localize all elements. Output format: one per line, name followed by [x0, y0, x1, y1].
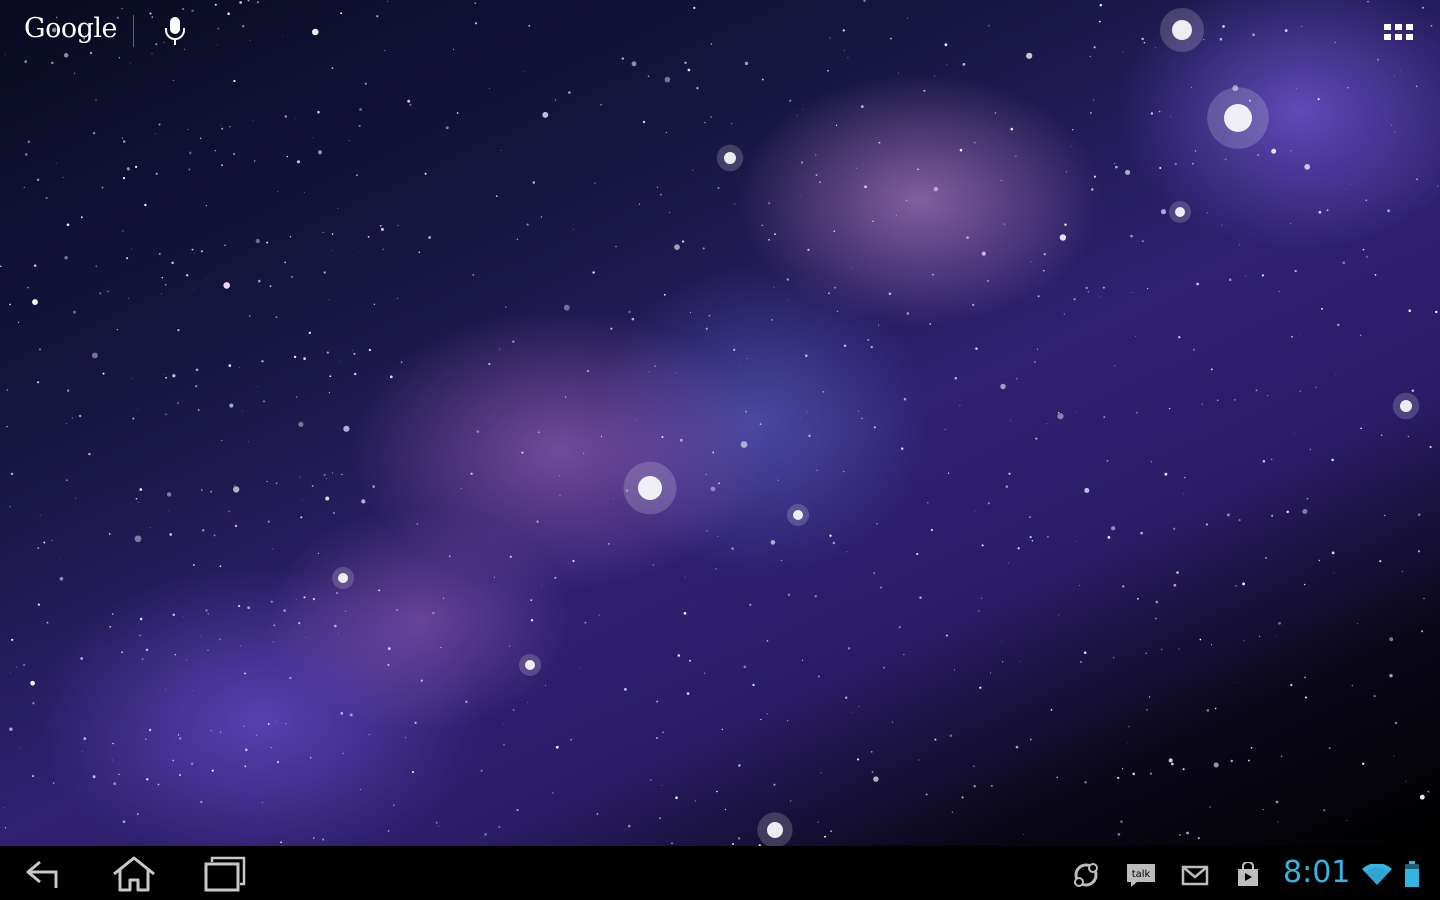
wifi-icon — [1361, 863, 1393, 886]
search-divider — [133, 15, 134, 47]
talk-label: talk — [1132, 869, 1151, 880]
gmail-icon[interactable] — [1180, 862, 1210, 888]
microphone-icon[interactable] — [160, 14, 190, 48]
back-arrow-icon[interactable] — [20, 852, 68, 894]
system-bar: talk — [0, 846, 1440, 900]
star-field — [0, 0, 1439, 846]
status-clock[interactable]: 8:01 — [1283, 855, 1350, 891]
all-apps-grid-icon[interactable] — [1380, 18, 1416, 46]
home-screen: Google talk 8:01 — [0, 0, 1440, 900]
recent-apps-icon[interactable] — [198, 852, 250, 894]
battery-icon — [1405, 861, 1419, 887]
google-search-logo[interactable]: Google — [24, 13, 117, 44]
market-icon[interactable] — [1235, 861, 1261, 888]
talk-icon[interactable]: talk — [1125, 862, 1157, 888]
home-icon[interactable] — [108, 852, 160, 894]
sync-icon[interactable] — [1071, 862, 1101, 888]
